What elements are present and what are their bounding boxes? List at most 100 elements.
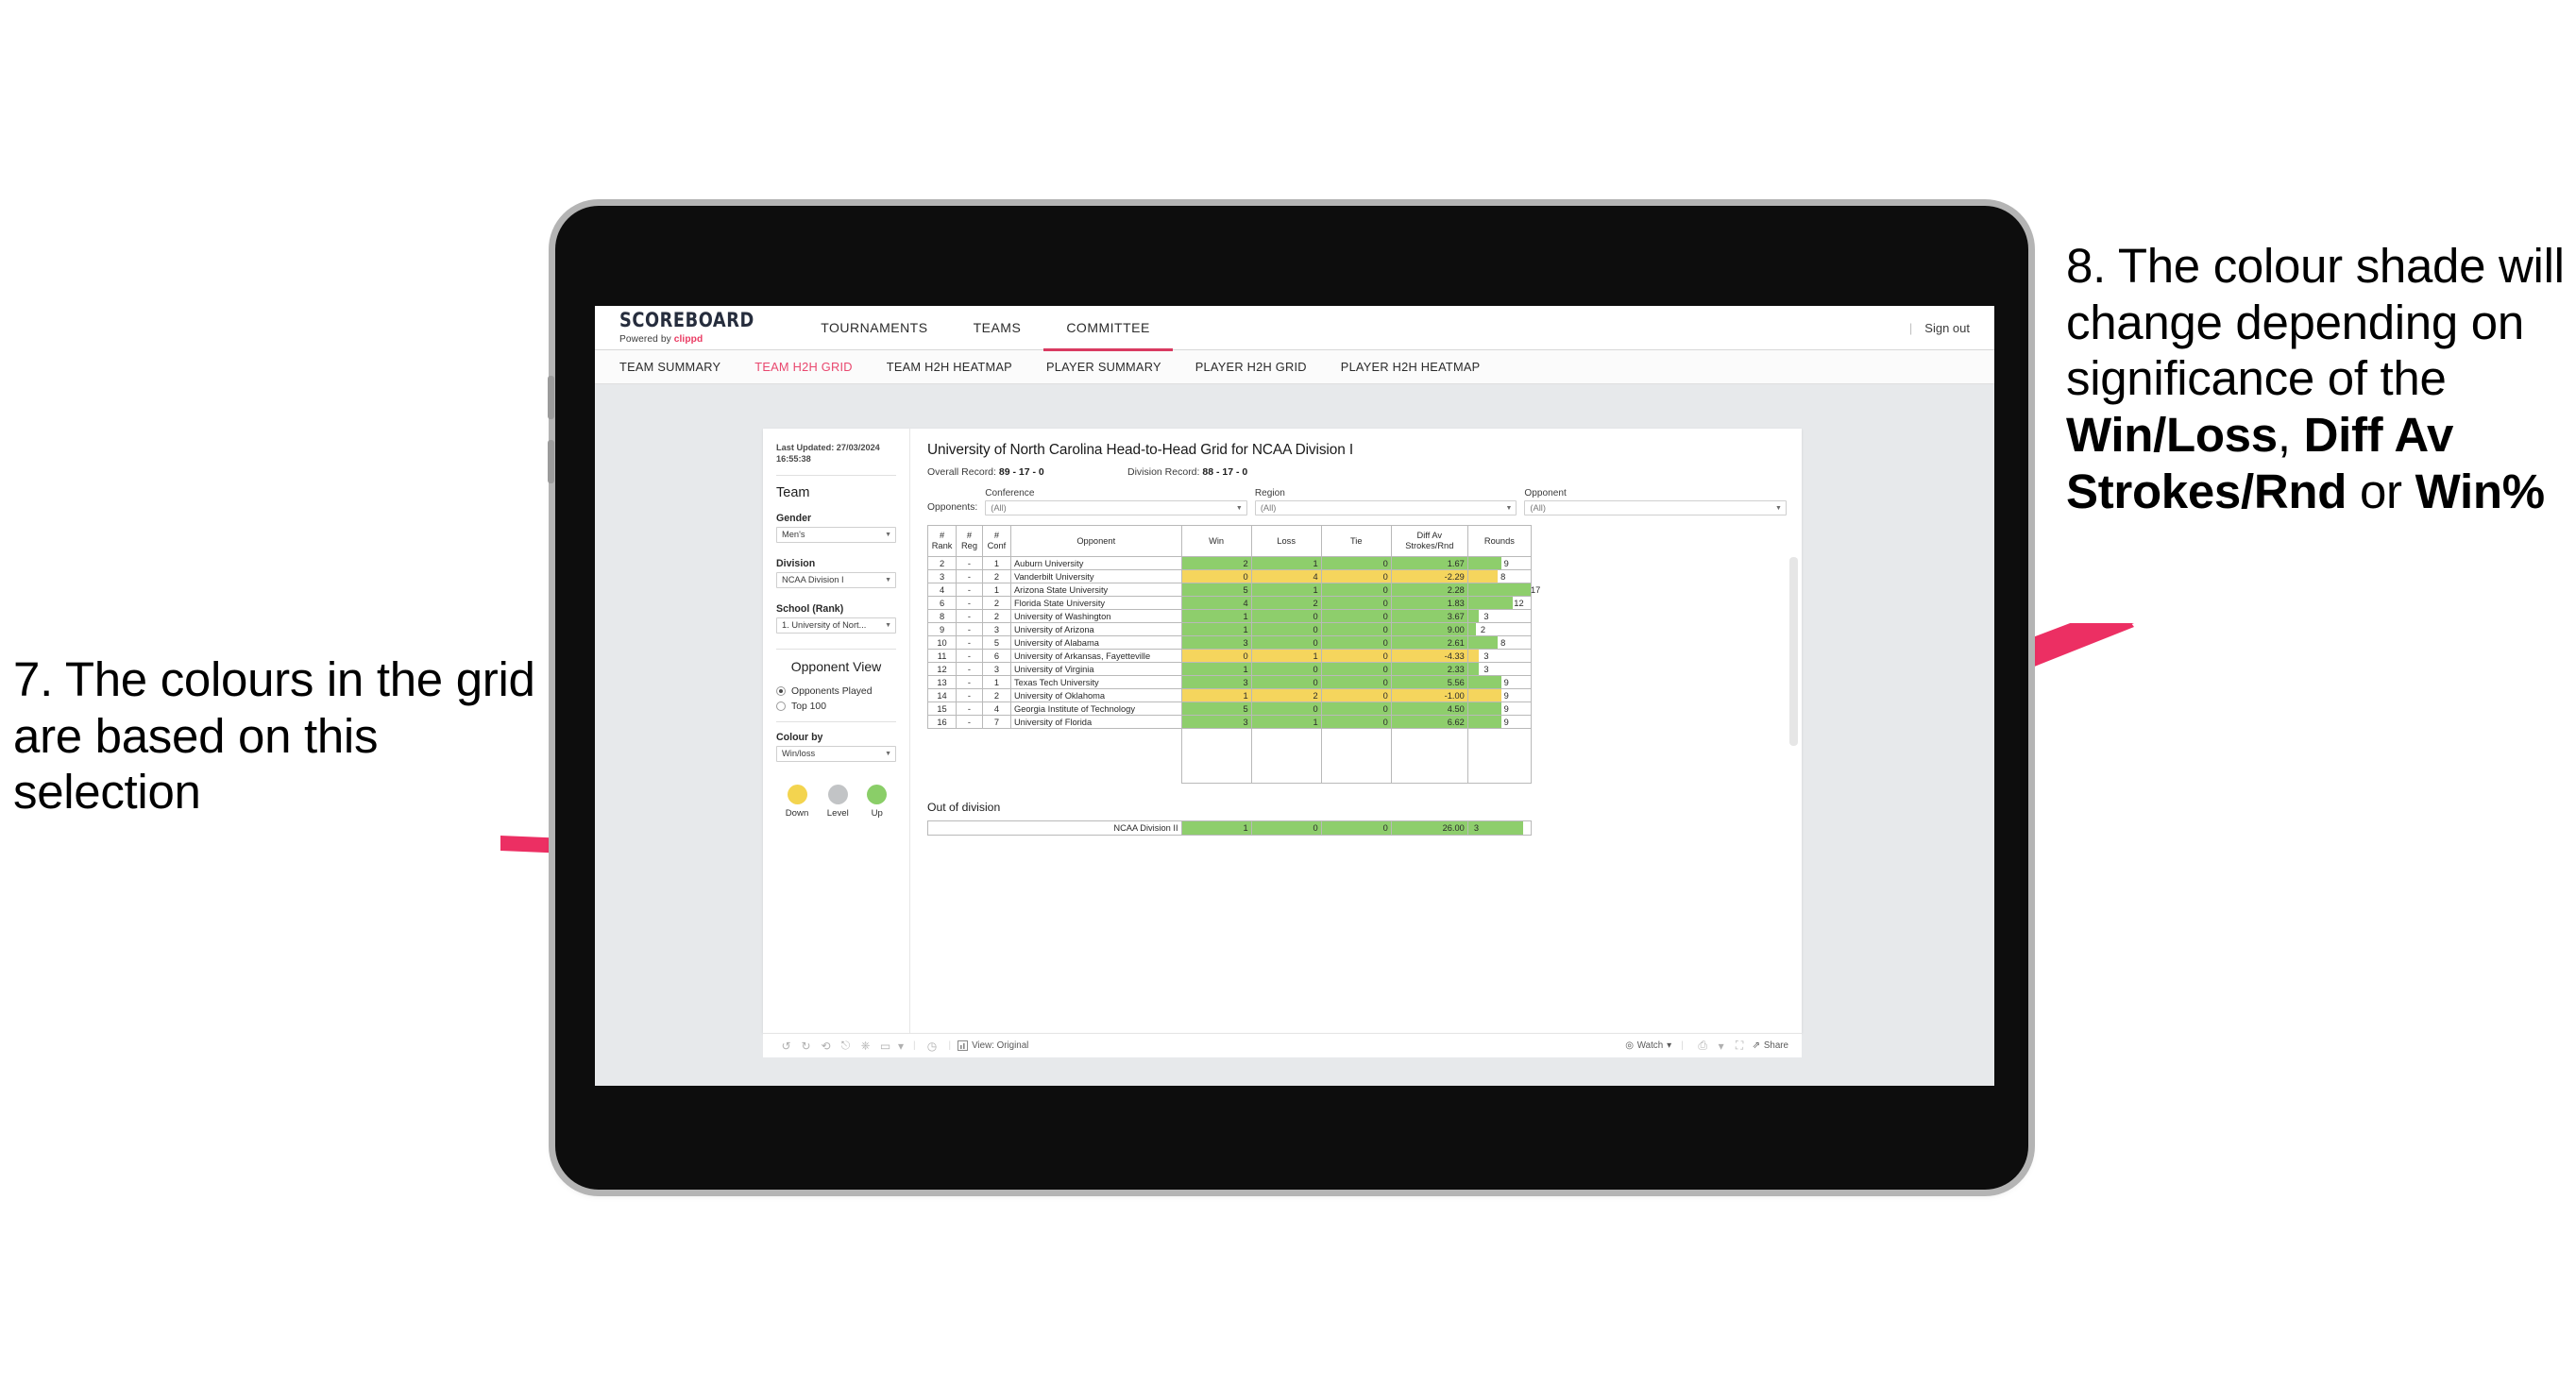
fullscreen-icon[interactable]: ⛶ — [1730, 1039, 1750, 1053]
watch-button[interactable]: ◎ Watch ▾ — [1625, 1040, 1671, 1051]
rounds-value: 3 — [1483, 664, 1489, 674]
opponents-label: Opponents: — [927, 502, 978, 513]
cell-reg: - — [956, 596, 983, 610]
th-reg: # Reg — [956, 525, 983, 557]
table-vertical-scrollbar[interactable] — [1789, 557, 1798, 746]
colour-by-value: Win/loss — [782, 749, 816, 759]
topnav-tournaments[interactable]: TOURNAMENTS — [798, 306, 950, 350]
subnav-player-h2h-grid[interactable]: PLAYER H2H GRID — [1195, 360, 1307, 374]
opponent-filter: Opponent (All) ▼ — [1524, 488, 1787, 516]
table-row[interactable]: 14-2 University of Oklahoma 1 2 0 -1.00 9 — [926, 688, 1533, 702]
radio-opponents-played[interactable]: Opponents Played — [776, 686, 896, 697]
chevron-down-icon: ▼ — [885, 576, 891, 583]
cell-blank — [1010, 729, 1181, 784]
device-preview-icon[interactable]: ◷ — [923, 1040, 942, 1053]
cell-conf: 2 — [981, 688, 1011, 702]
redo-icon[interactable]: ↻ — [796, 1040, 816, 1053]
tablet-device: SCOREBOARD Powered by clippd TOURNAMENTS… — [548, 206, 2028, 1190]
table-row[interactable]: 2-1 Auburn University 2 1 0 1.67 9 — [926, 556, 1533, 570]
volume-down-button[interactable] — [548, 440, 554, 483]
view-original-icon[interactable]: ▭ — [875, 1040, 895, 1053]
topnav-committee[interactable]: COMMITTEE — [1043, 306, 1173, 351]
annotation-segment-2: , — [2277, 407, 2304, 462]
subnav-team-summary[interactable]: TEAM SUMMARY — [619, 360, 720, 374]
table-row[interactable]: 10-5 University of Alabama 3 0 0 2.61 8 — [926, 635, 1533, 650]
table-row[interactable]: 3-2 Vanderbilt University 0 4 0 -2.29 8 — [926, 569, 1533, 583]
revert-icon[interactable]: ⟲ — [816, 1040, 836, 1053]
cell-loss: 1 — [1250, 583, 1322, 597]
rounds-value: 9 — [1503, 703, 1509, 714]
rounds-value: 8 — [1500, 571, 1506, 582]
chevron-down-icon[interactable]: ▾ — [1716, 1040, 1727, 1053]
subnav-player-h2h-heatmap[interactable]: PLAYER H2H HEATMAP — [1341, 360, 1481, 374]
subnav-team-h2h-heatmap[interactable]: TEAM H2H HEATMAP — [887, 360, 1012, 374]
table-row[interactable]: 15-4 Georgia Institute of Technology 5 0 0 4.… — [926, 701, 1533, 716]
division-select[interactable]: NCAA Division I ▼ — [776, 571, 896, 588]
cell-loss: 1 — [1250, 715, 1322, 729]
legend-item-level: Level — [827, 784, 849, 819]
subnav-player-summary[interactable]: PLAYER SUMMARY — [1046, 360, 1161, 374]
cell-rank: 4 — [926, 583, 958, 597]
undo-icon[interactable]: ↺ — [776, 1040, 796, 1053]
cell-reg: - — [956, 701, 983, 716]
share-button[interactable]: ⇗ Share — [1753, 1040, 1788, 1051]
volume-up-button[interactable] — [548, 376, 554, 419]
region-select[interactable]: (All) ▼ — [1254, 500, 1517, 516]
pause-updates-icon[interactable]: ⎈ — [856, 1039, 875, 1053]
powered-by-text: Powered by — [619, 333, 674, 345]
brand-logo[interactable]: SCOREBOARD Powered by clippd — [595, 311, 798, 345]
cell-conf: 5 — [981, 635, 1011, 650]
subnav-team-h2h-grid[interactable]: TEAM H2H GRID — [754, 360, 853, 374]
cell-rounds: 9 — [1466, 688, 1533, 702]
cell-rank: 13 — [926, 675, 958, 689]
table-row[interactable]: 4-1 Arizona State University 5 1 0 2.28 17 — [926, 583, 1540, 597]
cell-rank: 14 — [926, 688, 958, 702]
rounds-bar — [1467, 716, 1501, 728]
download-icon[interactable]: ⎙ — [1693, 1039, 1713, 1053]
cell-diff: 9.00 — [1390, 622, 1468, 636]
rounds-bar — [1467, 663, 1480, 675]
conference-label: Conference — [985, 488, 1035, 499]
out-of-division-body: NCAA Division II 1 0 0 26.00 3 — [927, 820, 1533, 836]
division-record-label: Division Record: — [1127, 466, 1203, 478]
rounds-value: 3 — [1483, 651, 1489, 661]
signout-divider: | — [1908, 320, 1913, 335]
table-row[interactable]: 12-3 University of Virginia 1 0 0 2.33 3 — [926, 662, 1533, 676]
topnav-teams[interactable]: TEAMS — [951, 306, 1044, 350]
cell-tie: 0 — [1320, 622, 1392, 636]
conference-select[interactable]: (All) ▼ — [985, 500, 1247, 516]
table-row[interactable]: 8-2 University of Washington 1 0 0 3.67 3 — [926, 609, 1533, 623]
cell-rounds: 8 — [1466, 569, 1533, 583]
radio-top-100[interactable]: Top 100 — [776, 701, 896, 712]
colour-by-select[interactable]: Win/loss ▼ — [776, 745, 896, 762]
cell-conf: 1 — [981, 556, 1011, 570]
radio-icon — [776, 686, 786, 697]
region-filter: Region (All) ▼ — [1254, 488, 1517, 516]
table-row[interactable]: 13-1 Texas Tech University 3 0 0 5.56 9 — [926, 675, 1533, 689]
annotation-right: 8. The colour shade will change dependin… — [2066, 238, 2576, 519]
gender-select[interactable]: Men's ▼ — [776, 526, 896, 543]
table-row[interactable]: 9-3 University of Arizona 1 0 0 9.00 2 — [926, 622, 1533, 636]
cell-blank — [1250, 728, 1322, 784]
division-value: NCAA Division I — [782, 575, 844, 585]
table-body: 2-1 Auburn University 2 1 0 1.67 9 3-2 Vanderbil… — [926, 556, 1540, 784]
annotation-segment-5: Win% — [2415, 464, 2545, 518]
school-select[interactable]: 1. University of Nort... ▼ — [776, 617, 896, 634]
cell-win: 5 — [1180, 701, 1252, 716]
cell-conf: 3 — [981, 622, 1011, 636]
view-original-button[interactable]: View: Original — [958, 1040, 1028, 1051]
out-of-division-table: NCAA Division II 1 0 0 26.00 3 — [927, 820, 1533, 836]
table-row[interactable]: 16-7 University of Florida 3 1 0 6.62 9 — [926, 715, 1533, 729]
cell-conf: 3 — [981, 662, 1011, 676]
table-row[interactable]: 6-2 Florida State University 4 2 0 1.83 12 — [926, 596, 1533, 610]
table-head: # Rank # Reg # Conf Opponent Win Loss Tie D… — [926, 525, 1533, 557]
cell-rounds: 3 — [1466, 662, 1533, 676]
refresh-data-icon[interactable]: ⎋ — [836, 1039, 856, 1053]
tablet-screen: SCOREBOARD Powered by clippd TOURNAMENTS… — [595, 306, 1994, 1086]
opponent-select[interactable]: (All) ▼ — [1524, 500, 1787, 516]
table-row[interactable]: 11-6 University of Arkansas, Fayetteville… — [926, 649, 1533, 663]
cell-rounds: 3 — [1466, 649, 1533, 663]
chevron-down-icon[interactable]: ▾ — [895, 1040, 907, 1053]
signout-link[interactable]: Sign out — [1924, 321, 1970, 335]
opponent-label: Opponent — [1524, 488, 1567, 499]
